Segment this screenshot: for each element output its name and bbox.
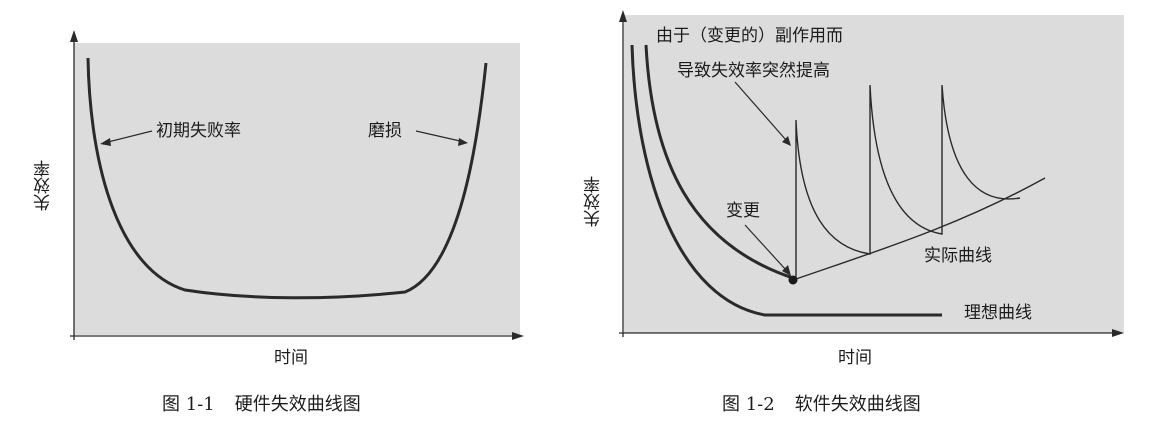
- annotation-line-2: 导致失效率突然提高: [677, 61, 830, 81]
- label-change: 变更: [726, 201, 760, 221]
- label-initial-failure: 初期失败率: [156, 121, 241, 141]
- figure-caption: 图 1-1 硬件失效曲线图: [162, 396, 361, 414]
- x-axis-label: 时间: [274, 348, 308, 368]
- label-wear-out: 磨损: [368, 121, 402, 141]
- plot-background: [74, 43, 520, 335]
- label-ideal-curve: 理想曲线: [964, 303, 1032, 323]
- caption-number: 图 1-1: [162, 394, 215, 415]
- y-axis-label: 失效率: [584, 176, 604, 227]
- x-axis-label: 时间: [838, 348, 872, 368]
- y-axis-arrow: [70, 30, 78, 42]
- y-axis-label: 失效率: [34, 160, 54, 211]
- figure-hardware-failure: 失效率 时间 初期失败率 磨损 图 1-1 硬件失效曲线图: [0, 0, 540, 424]
- hardware-failure-plot: [70, 30, 524, 340]
- caption-number: 图 1-2: [722, 394, 775, 415]
- figure-caption: 图 1-2 软件失效曲线图: [722, 396, 921, 414]
- label-actual-curve: 实际曲线: [924, 246, 992, 266]
- annotation-line-1: 由于（变更的）副作用而: [656, 26, 843, 46]
- figure-software-failure: 失效率 时间 由于（变更的）副作用而 导致失效率突然提高 变更 实际曲线 理想曲…: [560, 0, 1150, 424]
- caption-title: 硬件失效曲线图: [234, 394, 361, 415]
- caption-title: 软件失效曲线图: [794, 394, 921, 415]
- change-point-marker: [788, 275, 798, 285]
